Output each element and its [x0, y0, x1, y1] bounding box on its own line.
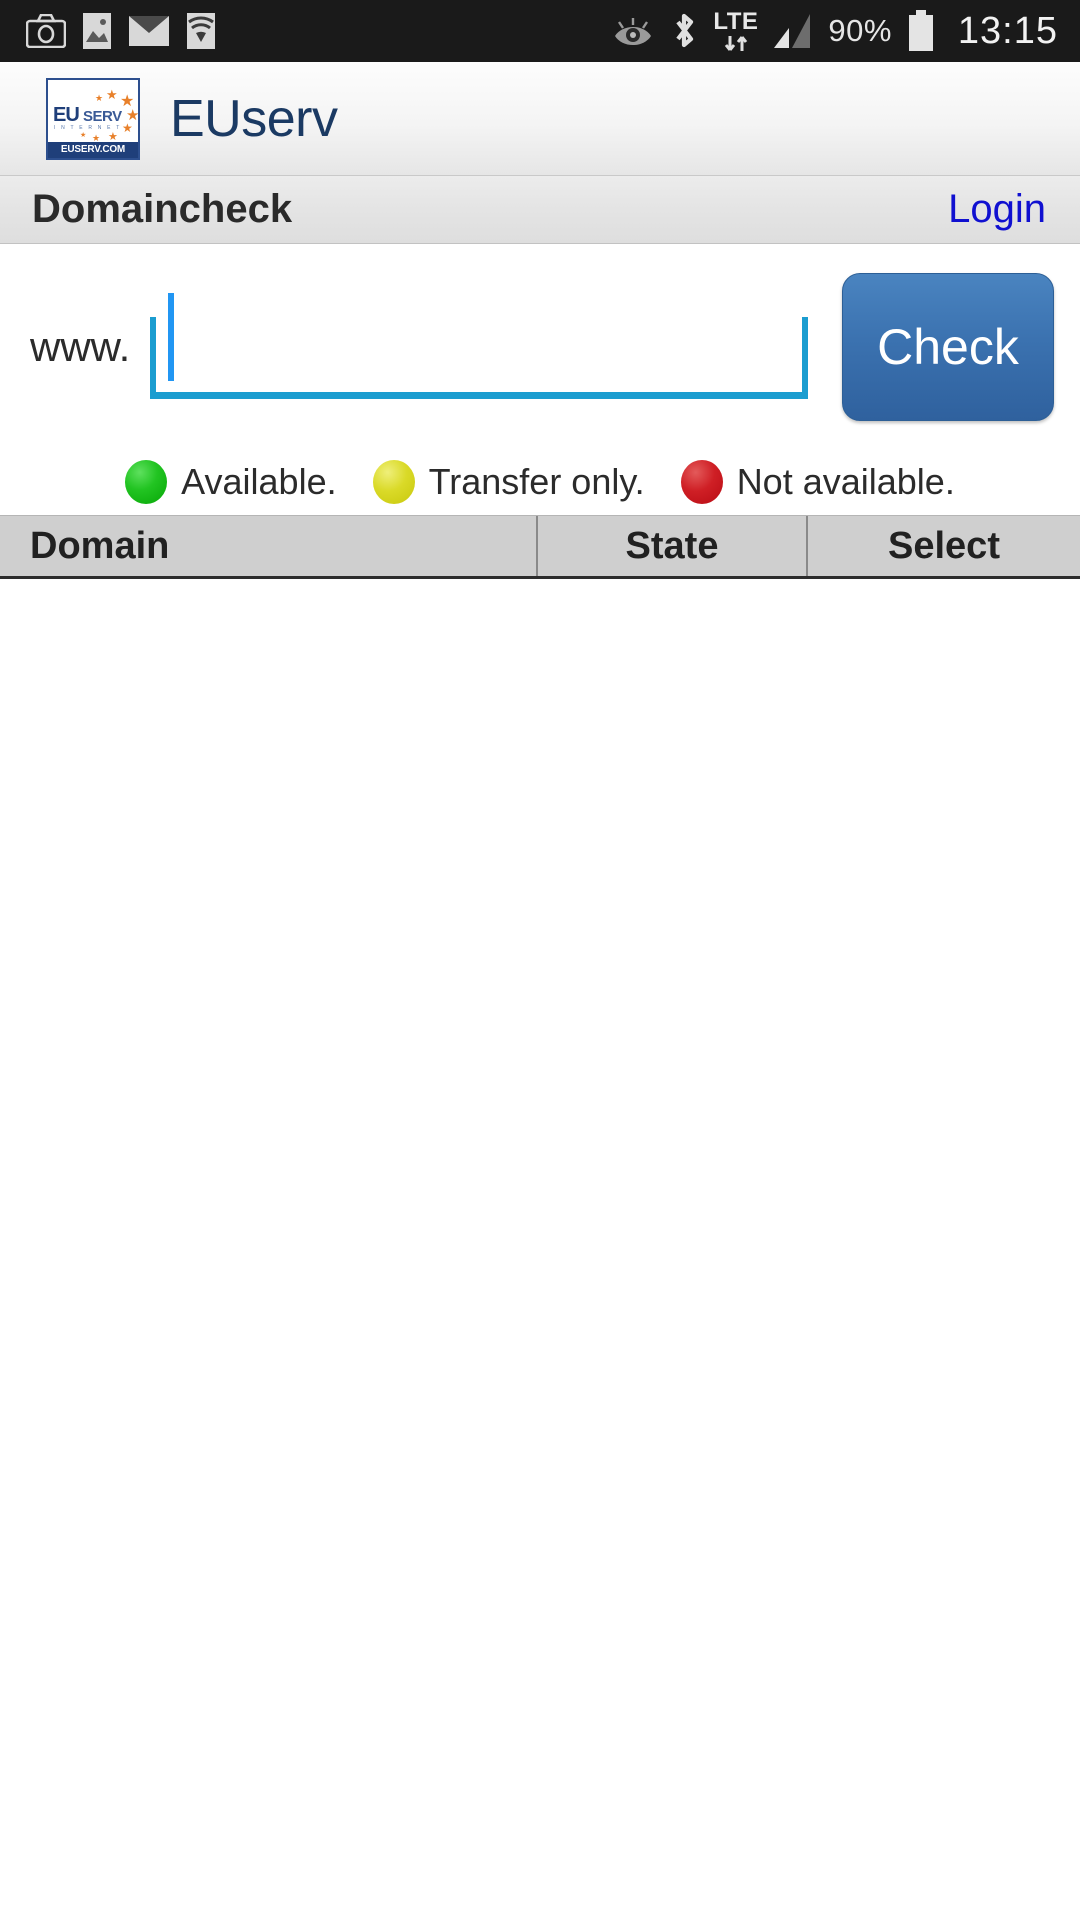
gallery-icon [82, 12, 112, 50]
logo-serv-text: SERV [83, 107, 122, 125]
status-bar-system: LTE 90% 13:15 [611, 9, 1058, 53]
status-bar-notifications [26, 12, 216, 50]
eye-icon [611, 14, 655, 48]
domain-input-wrapper[interactable] [150, 291, 808, 403]
wifi-icon [186, 12, 216, 50]
app-header: ★ ★ ★ ★ ★ ★ ★ ★ EU SERV I N T E R N E T … [0, 62, 1080, 176]
column-header-select[interactable]: Select [808, 516, 1080, 576]
domain-search-row: www. Check [0, 244, 1080, 449]
status-legend: Available. Transfer only. Not available. [0, 449, 1080, 515]
logo-eu-text: EU [53, 103, 80, 126]
signal-icon [772, 12, 814, 50]
euserv-logo[interactable]: ★ ★ ★ ★ ★ ★ ★ ★ EU SERV I N T E R N E T … [46, 77, 140, 160]
legend-label: Transfer only. [428, 461, 645, 502]
available-dot-icon [125, 460, 168, 504]
bluetooth-icon [669, 10, 699, 52]
app-title: EUserv [170, 89, 338, 148]
clock: 13:15 [957, 9, 1058, 52]
legend-label: Available. [181, 461, 337, 502]
not-available-dot-icon [680, 460, 723, 504]
logo-star-icon: ★ [122, 120, 133, 135]
logo-star-icon: ★ [108, 130, 118, 143]
camera-icon [26, 14, 66, 48]
check-button[interactable]: Check [842, 272, 1054, 421]
results-table-body [0, 579, 1080, 1859]
legend-item-transfer-only: Transfer only. [372, 460, 645, 504]
status-bar: LTE 90% 13:15 [0, 0, 1080, 62]
transfer-only-dot-icon [372, 460, 415, 504]
page-title: Domaincheck [32, 187, 293, 231]
logo-internet-text: I N T E R N E T [54, 124, 122, 131]
mail-icon [128, 15, 170, 47]
legend-item-available: Available. [125, 460, 337, 504]
results-table-header: Domain State Select [0, 515, 1080, 579]
battery-percent: 90% [828, 13, 892, 48]
page-title-bar: Domaincheck Login [0, 176, 1080, 244]
battery-icon [906, 10, 936, 52]
logo-artwork: ★ ★ ★ ★ ★ ★ ★ ★ EU SERV I N T E R N E T [48, 80, 138, 143]
legend-item-not-available: Not available. [680, 460, 955, 504]
column-header-state[interactable]: State [538, 516, 808, 576]
logo-domain-strip: EUSERV.COM [48, 141, 138, 158]
logo-domain-text: EUSERV.COM [60, 144, 126, 155]
logo-star-icon: ★ [92, 132, 101, 143]
text-caret [168, 292, 175, 381]
column-header-domain[interactable]: Domain [0, 516, 538, 576]
logo-star-icon: ★ [80, 131, 87, 139]
logo-star-icon: ★ [95, 92, 104, 103]
login-link[interactable]: Login [948, 187, 1046, 232]
lte-icon: LTE [713, 9, 758, 53]
domain-input[interactable] [150, 302, 808, 391]
logo-star-icon: ★ [106, 86, 118, 102]
www-prefix-label: www. [30, 322, 131, 370]
phone-screen: LTE 90% 13:15 ★ ★ ★ ★ ★ ★ ★ ★ EU SERV I … [0, 0, 1080, 1920]
legend-label: Not available. [736, 461, 955, 502]
